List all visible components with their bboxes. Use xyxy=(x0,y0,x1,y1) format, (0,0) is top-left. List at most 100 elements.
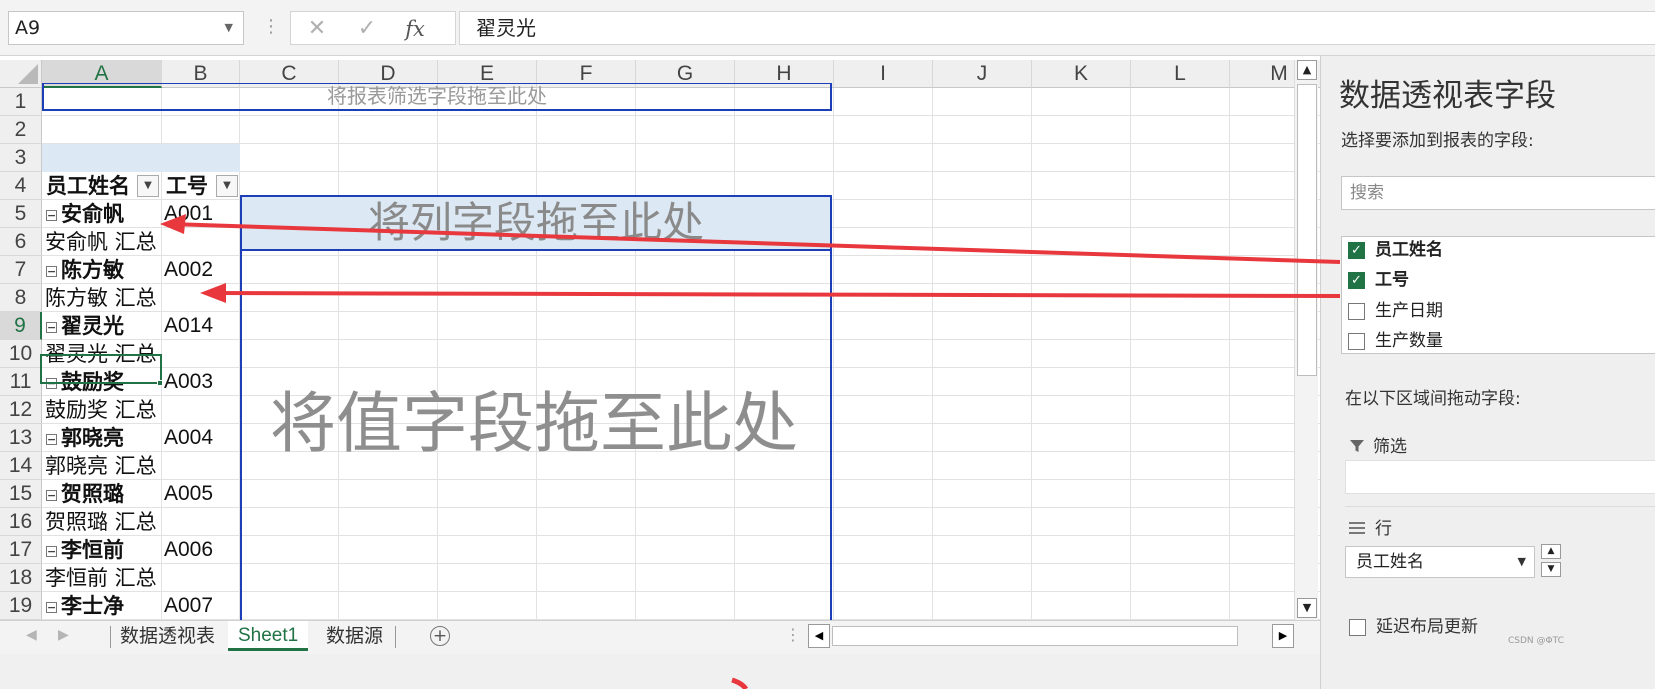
filter-dropdown-icon[interactable]: ▼ xyxy=(216,175,238,197)
pivot-subtotal-label[interactable]: 李恒前 汇总 xyxy=(45,564,161,592)
defer-layout-update[interactable]: 延迟布局更新 xyxy=(1349,612,1478,637)
tab-pivot-sheet[interactable]: 数据透视表 xyxy=(110,621,225,651)
prev-sheet-icon[interactable]: ◀ xyxy=(26,627,37,643)
row-header-12[interactable]: 12 xyxy=(0,396,42,424)
pivot-row-id[interactable]: A007 xyxy=(164,592,238,620)
pivot-row-id[interactable]: A003 xyxy=(164,368,238,396)
pivot-row-id[interactable]: A002 xyxy=(164,256,238,284)
pivot-row-id[interactable]: A004 xyxy=(164,424,238,452)
column-header-j[interactable]: J xyxy=(933,60,1032,88)
insert-function-icon[interactable]: fx xyxy=(395,15,435,43)
pivot-subtotal-label[interactable]: 安俞帆 汇总 xyxy=(45,228,161,256)
collapse-icon[interactable]: − xyxy=(46,321,57,333)
collapse-icon[interactable]: − xyxy=(46,433,57,445)
collapse-icon[interactable]: − xyxy=(46,601,57,613)
chevron-down-icon[interactable]: ▼ xyxy=(1518,547,1526,577)
row-header-11[interactable]: 11 xyxy=(0,368,42,396)
scroll-down-icon[interactable]: ▼ xyxy=(1541,562,1561,577)
row-header-14[interactable]: 14 xyxy=(0,452,42,480)
next-sheet-icon[interactable]: ▶ xyxy=(58,627,69,643)
row-header-8[interactable]: 8 xyxy=(0,284,42,312)
field-item-production-date[interactable]: 生产日期 xyxy=(1348,298,1443,324)
row-header-19[interactable]: 19 xyxy=(0,592,42,620)
row-header-4[interactable]: 4 xyxy=(0,172,42,200)
splitter-icon[interactable]: ⋮ xyxy=(785,625,801,644)
pivot-row-label[interactable]: − 陈方敏 xyxy=(42,256,160,284)
add-sheet-icon[interactable]: + xyxy=(430,626,450,646)
pivot-row-id[interactable]: A001 xyxy=(164,200,238,228)
vertical-scrollbar[interactable]: ▲ ▼ xyxy=(1294,60,1318,620)
row-field-item[interactable]: 员工姓名 ▼ xyxy=(1345,546,1535,578)
cancel-icon[interactable]: ✕ xyxy=(297,15,337,43)
chevron-down-icon[interactable]: ▼ xyxy=(225,12,233,44)
pivot-row-label[interactable]: − 安俞帆 xyxy=(42,200,160,228)
row-header-2[interactable]: 2 xyxy=(0,116,42,144)
row-header-6[interactable]: 6 xyxy=(0,228,42,256)
tab-data-source[interactable]: 数据源 xyxy=(316,621,393,651)
checkbox-checked-icon[interactable]: ✓ xyxy=(1348,271,1365,289)
checkbox-icon[interactable] xyxy=(1348,302,1365,320)
pivot-row-id[interactable]: A006 xyxy=(164,536,238,564)
scroll-down-icon[interactable]: ▼ xyxy=(1297,598,1317,618)
row-header-17[interactable]: 17 xyxy=(0,536,42,564)
scroll-thumb[interactable] xyxy=(1297,84,1317,376)
formula-value: 翟灵光 xyxy=(476,16,536,40)
select-all-corner[interactable] xyxy=(0,60,42,88)
fill-handle[interactable] xyxy=(157,380,163,386)
fx-glyph: fx xyxy=(405,17,425,41)
column-header-k[interactable]: K xyxy=(1032,60,1131,88)
row-header-7[interactable]: 7 xyxy=(0,256,42,284)
scroll-right-icon[interactable]: ▶ xyxy=(1272,624,1294,648)
filter-dropdown-icon[interactable]: ▼ xyxy=(137,175,159,197)
tab-sheet1[interactable]: Sheet1 xyxy=(228,621,309,651)
scroll-up-icon[interactable]: ▲ xyxy=(1541,544,1561,559)
row-header-18[interactable]: 18 xyxy=(0,564,42,592)
column-header-l[interactable]: L xyxy=(1131,60,1230,88)
worksheet[interactable]: A B C D E F G H I J K L M 1 2 3 4 5 6 7 8 9 10 11 12 13 14 15 16 17 18… xyxy=(0,60,1360,656)
row-header-16[interactable]: 16 xyxy=(0,508,42,536)
column-header-i[interactable]: I xyxy=(834,60,933,88)
field-search-input[interactable]: 搜索 xyxy=(1341,176,1655,210)
checkbox-icon[interactable] xyxy=(1348,332,1365,350)
collapse-icon[interactable]: − xyxy=(46,209,57,221)
checkbox-icon[interactable] xyxy=(1349,618,1366,636)
field-item-employee-name[interactable]: ✓ 员工姓名 xyxy=(1348,237,1443,263)
row-header-13[interactable]: 13 xyxy=(0,424,42,452)
row-header-1[interactable]: 1 xyxy=(0,88,42,116)
report-filter-drop-zone[interactable]: 将报表筛选字段拖至此处 xyxy=(42,83,832,111)
pivot-row-label[interactable]: − 郭晓亮 xyxy=(42,424,160,452)
field-item-employee-id[interactable]: ✓ 工号 xyxy=(1348,267,1409,293)
scroll-left-icon[interactable]: ◀ xyxy=(808,624,830,648)
cell-grid[interactable]: A B C D E F G H I J K L M 1 2 3 4 5 6 7 8 9 10 11 12 13 14 15 16 17 18… xyxy=(0,60,1360,656)
pivot-subtotal-label[interactable]: 郭晓亮 汇总 xyxy=(45,452,161,480)
column-field-drop-zone[interactable]: 将列字段拖至此处 xyxy=(240,195,832,251)
pivot-row-label[interactable]: − 李士净 xyxy=(42,592,160,620)
scroll-thumb[interactable] xyxy=(832,626,1238,646)
pivot-subtotal-label[interactable]: 贺照璐 汇总 xyxy=(45,508,161,536)
row-header-9[interactable]: 9 xyxy=(0,312,42,340)
row-header-3[interactable]: 3 xyxy=(0,144,42,172)
row-header-5[interactable]: 5 xyxy=(0,200,42,228)
pivot-row-id[interactable]: A014 xyxy=(164,312,238,340)
enter-icon[interactable]: ✓ xyxy=(347,15,387,43)
scroll-up-icon[interactable]: ▲ xyxy=(1297,60,1317,80)
field-item-production-qty[interactable]: 生产数量 xyxy=(1348,328,1443,354)
checkbox-checked-icon[interactable]: ✓ xyxy=(1348,241,1365,259)
filter-drop-zone[interactable] xyxy=(1345,460,1655,494)
tab-divider xyxy=(395,626,396,648)
active-cell-a9[interactable] xyxy=(40,354,162,384)
horizontal-scrollbar[interactable]: ◀ ▶ xyxy=(808,624,1294,650)
collapse-icon[interactable]: − xyxy=(46,265,57,277)
collapse-icon[interactable]: − xyxy=(46,545,57,557)
pivot-subtotal-label[interactable]: 鼓励奖 汇总 xyxy=(45,396,161,424)
name-box[interactable]: A9 ▼ xyxy=(8,11,244,45)
collapse-icon[interactable]: − xyxy=(46,489,57,501)
row-header-15[interactable]: 15 xyxy=(0,480,42,508)
pivot-row-label[interactable]: − 贺照璐 xyxy=(42,480,160,508)
formula-input[interactable]: 翟灵光 xyxy=(459,11,1655,45)
row-header-10[interactable]: 10 xyxy=(0,340,42,368)
pivot-row-label[interactable]: − 翟灵光 xyxy=(42,312,160,340)
pivot-row-label[interactable]: − 李恒前 xyxy=(42,536,160,564)
pivot-row-id[interactable]: A005 xyxy=(164,480,238,508)
pivot-subtotal-label[interactable]: 陈方敏 汇总 xyxy=(45,284,161,312)
